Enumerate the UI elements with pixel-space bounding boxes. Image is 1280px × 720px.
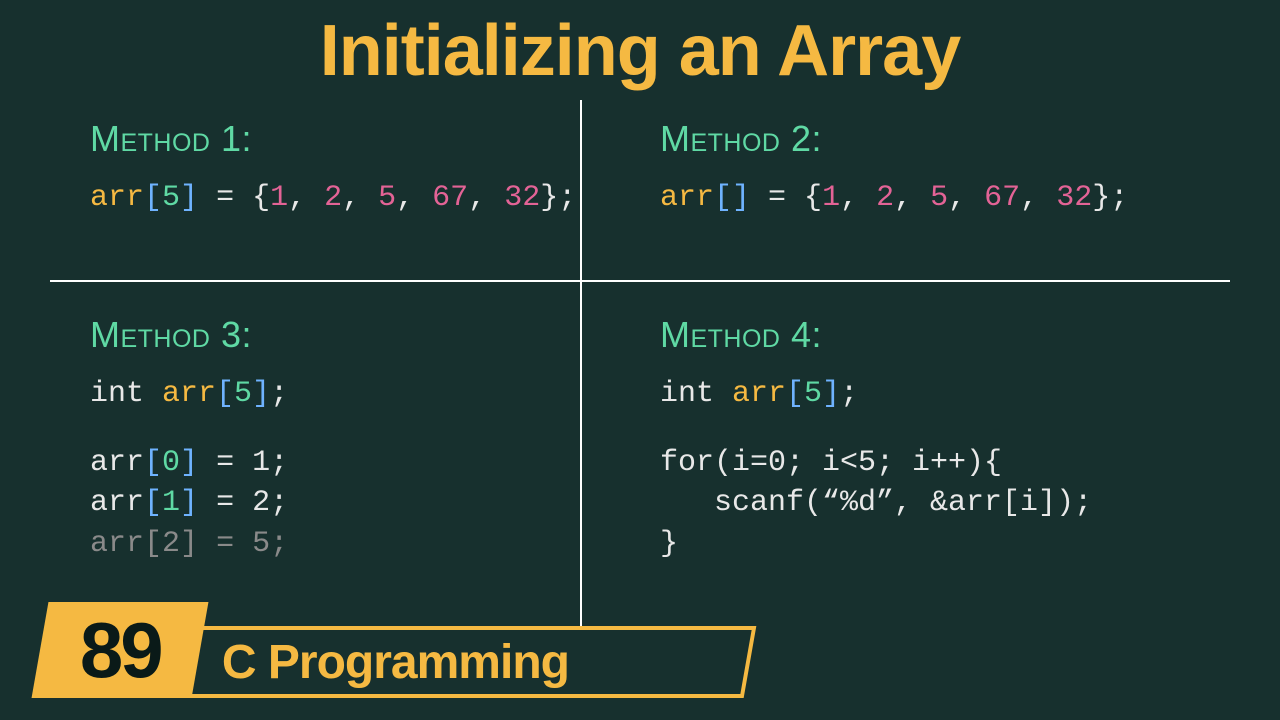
- token-bracket: [: [714, 181, 732, 215]
- method-3-label: Method 3:: [90, 314, 580, 356]
- method-4-decl: int arr[5];: [660, 374, 1280, 415]
- token-rest: = 5;: [198, 527, 288, 561]
- token-sep: ,: [288, 181, 324, 215]
- method-1-label: Method 1:: [90, 118, 580, 160]
- lesson-subject: C Programming: [222, 635, 569, 690]
- token-val: 1: [270, 181, 288, 215]
- token-eq: = {: [750, 181, 822, 215]
- method-4-scanf: scanf(“%d”, &arr[i]);: [660, 483, 1280, 524]
- token-arr: arr: [90, 486, 144, 520]
- token-bracket: ]: [180, 527, 198, 561]
- token-bracket: [: [144, 446, 162, 480]
- token-bracket: ]: [180, 446, 198, 480]
- token-eq: = {: [198, 181, 270, 215]
- token-val: 5: [378, 181, 396, 215]
- token-arr: arr: [90, 181, 144, 215]
- token-sep: ,: [396, 181, 432, 215]
- token-index: 1: [162, 486, 180, 520]
- token-kw: int: [90, 377, 162, 411]
- token-sep: ,: [948, 181, 984, 215]
- token-index: 2: [162, 527, 180, 561]
- method-4-for: for(i=0; i<5; i++){: [660, 443, 1280, 484]
- token-index: 0: [162, 446, 180, 480]
- token-val: 32: [1056, 181, 1092, 215]
- token-bracket: ]: [822, 377, 840, 411]
- token-kw: int: [660, 377, 732, 411]
- method-2: Method 2: arr[] = {1, 2, 5, 67, 32};: [580, 100, 1280, 219]
- token-sep: ,: [840, 181, 876, 215]
- method-4: Method 4: int arr[5]; for(i=0; i<5; i++)…: [580, 282, 1280, 564]
- token-index: 5: [234, 377, 252, 411]
- lesson-number-badge: 89: [32, 602, 209, 698]
- token-arr: arr: [162, 377, 216, 411]
- token-arr: arr: [90, 527, 144, 561]
- token-arr: arr: [660, 181, 714, 215]
- token-val: 67: [432, 181, 468, 215]
- token-val: 5: [930, 181, 948, 215]
- method-1-code: arr[5] = {1, 2, 5, 67, 32};: [90, 178, 580, 219]
- token-index: 5: [162, 181, 180, 215]
- token-val: 2: [324, 181, 342, 215]
- method-3-line3: arr[2] = 5;: [90, 524, 580, 565]
- token-bracket: [: [144, 486, 162, 520]
- method-4-close: }: [660, 524, 1280, 565]
- token-rest: = 2;: [198, 486, 288, 520]
- method-2-code: arr[] = {1, 2, 5, 67, 32};: [660, 178, 1280, 219]
- lesson-subject-badge: C Programming: [184, 626, 757, 698]
- method-3-line1: arr[0] = 1;: [90, 443, 580, 484]
- token-end: };: [540, 181, 576, 215]
- token-arr: arr: [90, 446, 144, 480]
- token-index: 5: [804, 377, 822, 411]
- token-end: ;: [270, 377, 288, 411]
- method-3-decl: int arr[5];: [90, 374, 580, 415]
- page-title: Initializing an Array: [0, 0, 1280, 100]
- method-1: Method 1: arr[5] = {1, 2, 5, 67, 32};: [0, 100, 580, 219]
- token-bracket: ]: [252, 377, 270, 411]
- token-sep: ,: [342, 181, 378, 215]
- token-bracket: [: [144, 527, 162, 561]
- token-arr: arr: [732, 377, 786, 411]
- token-val: 1: [822, 181, 840, 215]
- lesson-number: 89: [80, 605, 161, 696]
- method-3-line2: arr[1] = 2;: [90, 483, 580, 524]
- token-bracket: ]: [180, 181, 198, 215]
- method-2-label: Method 2:: [660, 118, 1280, 160]
- method-3: Method 3: int arr[5]; arr[0] = 1; arr[1]…: [0, 282, 580, 564]
- token-sep: ,: [1020, 181, 1056, 215]
- token-end: ;: [840, 377, 858, 411]
- token-sep: ,: [894, 181, 930, 215]
- token-bracket: ]: [180, 486, 198, 520]
- methods-grid: Method 1: arr[5] = {1, 2, 5, 67, 32}; Me…: [0, 100, 1280, 660]
- token-bracket: ]: [732, 181, 750, 215]
- token-val: 2: [876, 181, 894, 215]
- token-sep: ,: [468, 181, 504, 215]
- token-bracket: [: [786, 377, 804, 411]
- token-end: };: [1092, 181, 1128, 215]
- method-4-label: Method 4:: [660, 314, 1280, 356]
- token-val: 67: [984, 181, 1020, 215]
- token-rest: = 1;: [198, 446, 288, 480]
- token-bracket: [: [216, 377, 234, 411]
- token-bracket: [: [144, 181, 162, 215]
- token-val: 32: [504, 181, 540, 215]
